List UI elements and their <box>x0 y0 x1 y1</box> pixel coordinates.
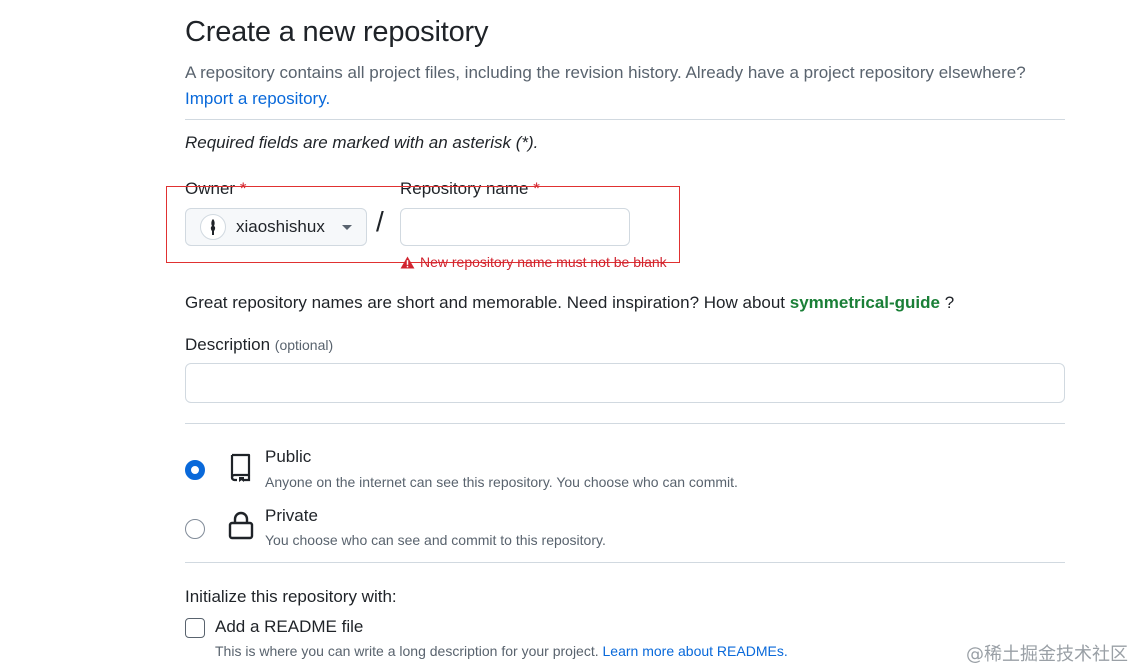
repository-name-label: Repository name * <box>400 179 540 199</box>
repo-icon <box>230 453 251 482</box>
repository-name-error: New repository name must not be blank <box>400 254 667 270</box>
subtitle-text: A repository contains all project files,… <box>185 63 1026 82</box>
alert-icon <box>400 255 415 269</box>
avatar <box>200 214 226 240</box>
required-fields-note: Required fields are marked with an aster… <box>185 133 539 152</box>
public-description: Anyone on the internet can see this repo… <box>265 474 738 490</box>
avatar-figure-icon <box>210 219 216 235</box>
readme-description-text: This is where you can write a long descr… <box>215 643 599 659</box>
page-subtitle: A repository contains all project files,… <box>185 60 1065 112</box>
owner-required-asterisk: * <box>239 179 247 198</box>
divider <box>185 423 1065 424</box>
lock-icon <box>228 511 254 540</box>
import-repository-link[interactable]: Import a repository. <box>185 89 330 108</box>
repository-name-required-asterisk: * <box>533 179 540 198</box>
description-label-text: Description <box>185 335 271 354</box>
public-title: Public <box>265 447 312 466</box>
description-label: Description (optional) <box>185 335 333 355</box>
add-readme-label[interactable]: Add a README file <box>215 617 363 637</box>
owner-name: xiaoshishux <box>236 217 325 236</box>
owner-label-text: Owner <box>185 179 236 198</box>
description-optional: (optional) <box>274 337 334 353</box>
repository-name-label-text: Repository name <box>400 179 529 198</box>
add-readme-checkbox[interactable] <box>185 618 205 638</box>
owner-repo-separator: / <box>376 206 384 237</box>
repository-name-input[interactable] <box>400 208 630 246</box>
private-title: Private <box>265 506 318 525</box>
name-inspiration: Great repository names are short and mem… <box>185 293 954 313</box>
learn-more-readmes-link[interactable]: Learn more about READMEs. <box>603 643 788 659</box>
owner-select[interactable]: xiaoshishux <box>185 208 367 246</box>
divider <box>185 119 1065 120</box>
private-radio[interactable] <box>185 519 205 539</box>
public-radio[interactable] <box>185 460 205 480</box>
suggested-name-button[interactable]: symmetrical-guide <box>790 293 940 312</box>
private-description: You choose who can see and commit to thi… <box>265 532 606 548</box>
initialize-heading: Initialize this repository with: <box>185 587 397 606</box>
watermark: @稀土掘金技术社区 <box>966 644 1128 665</box>
caret-down-icon <box>342 225 352 230</box>
description-input[interactable] <box>185 363 1065 403</box>
divider <box>185 562 1065 563</box>
inspiration-text: Great repository names are short and mem… <box>185 293 786 312</box>
error-message-text: New repository name must not be blank <box>420 254 667 270</box>
readme-description: This is where you can write a long descr… <box>215 643 788 659</box>
page-title: Create a new repository <box>185 16 489 48</box>
owner-label: Owner * <box>185 179 246 199</box>
inspiration-end: ? <box>944 293 955 312</box>
